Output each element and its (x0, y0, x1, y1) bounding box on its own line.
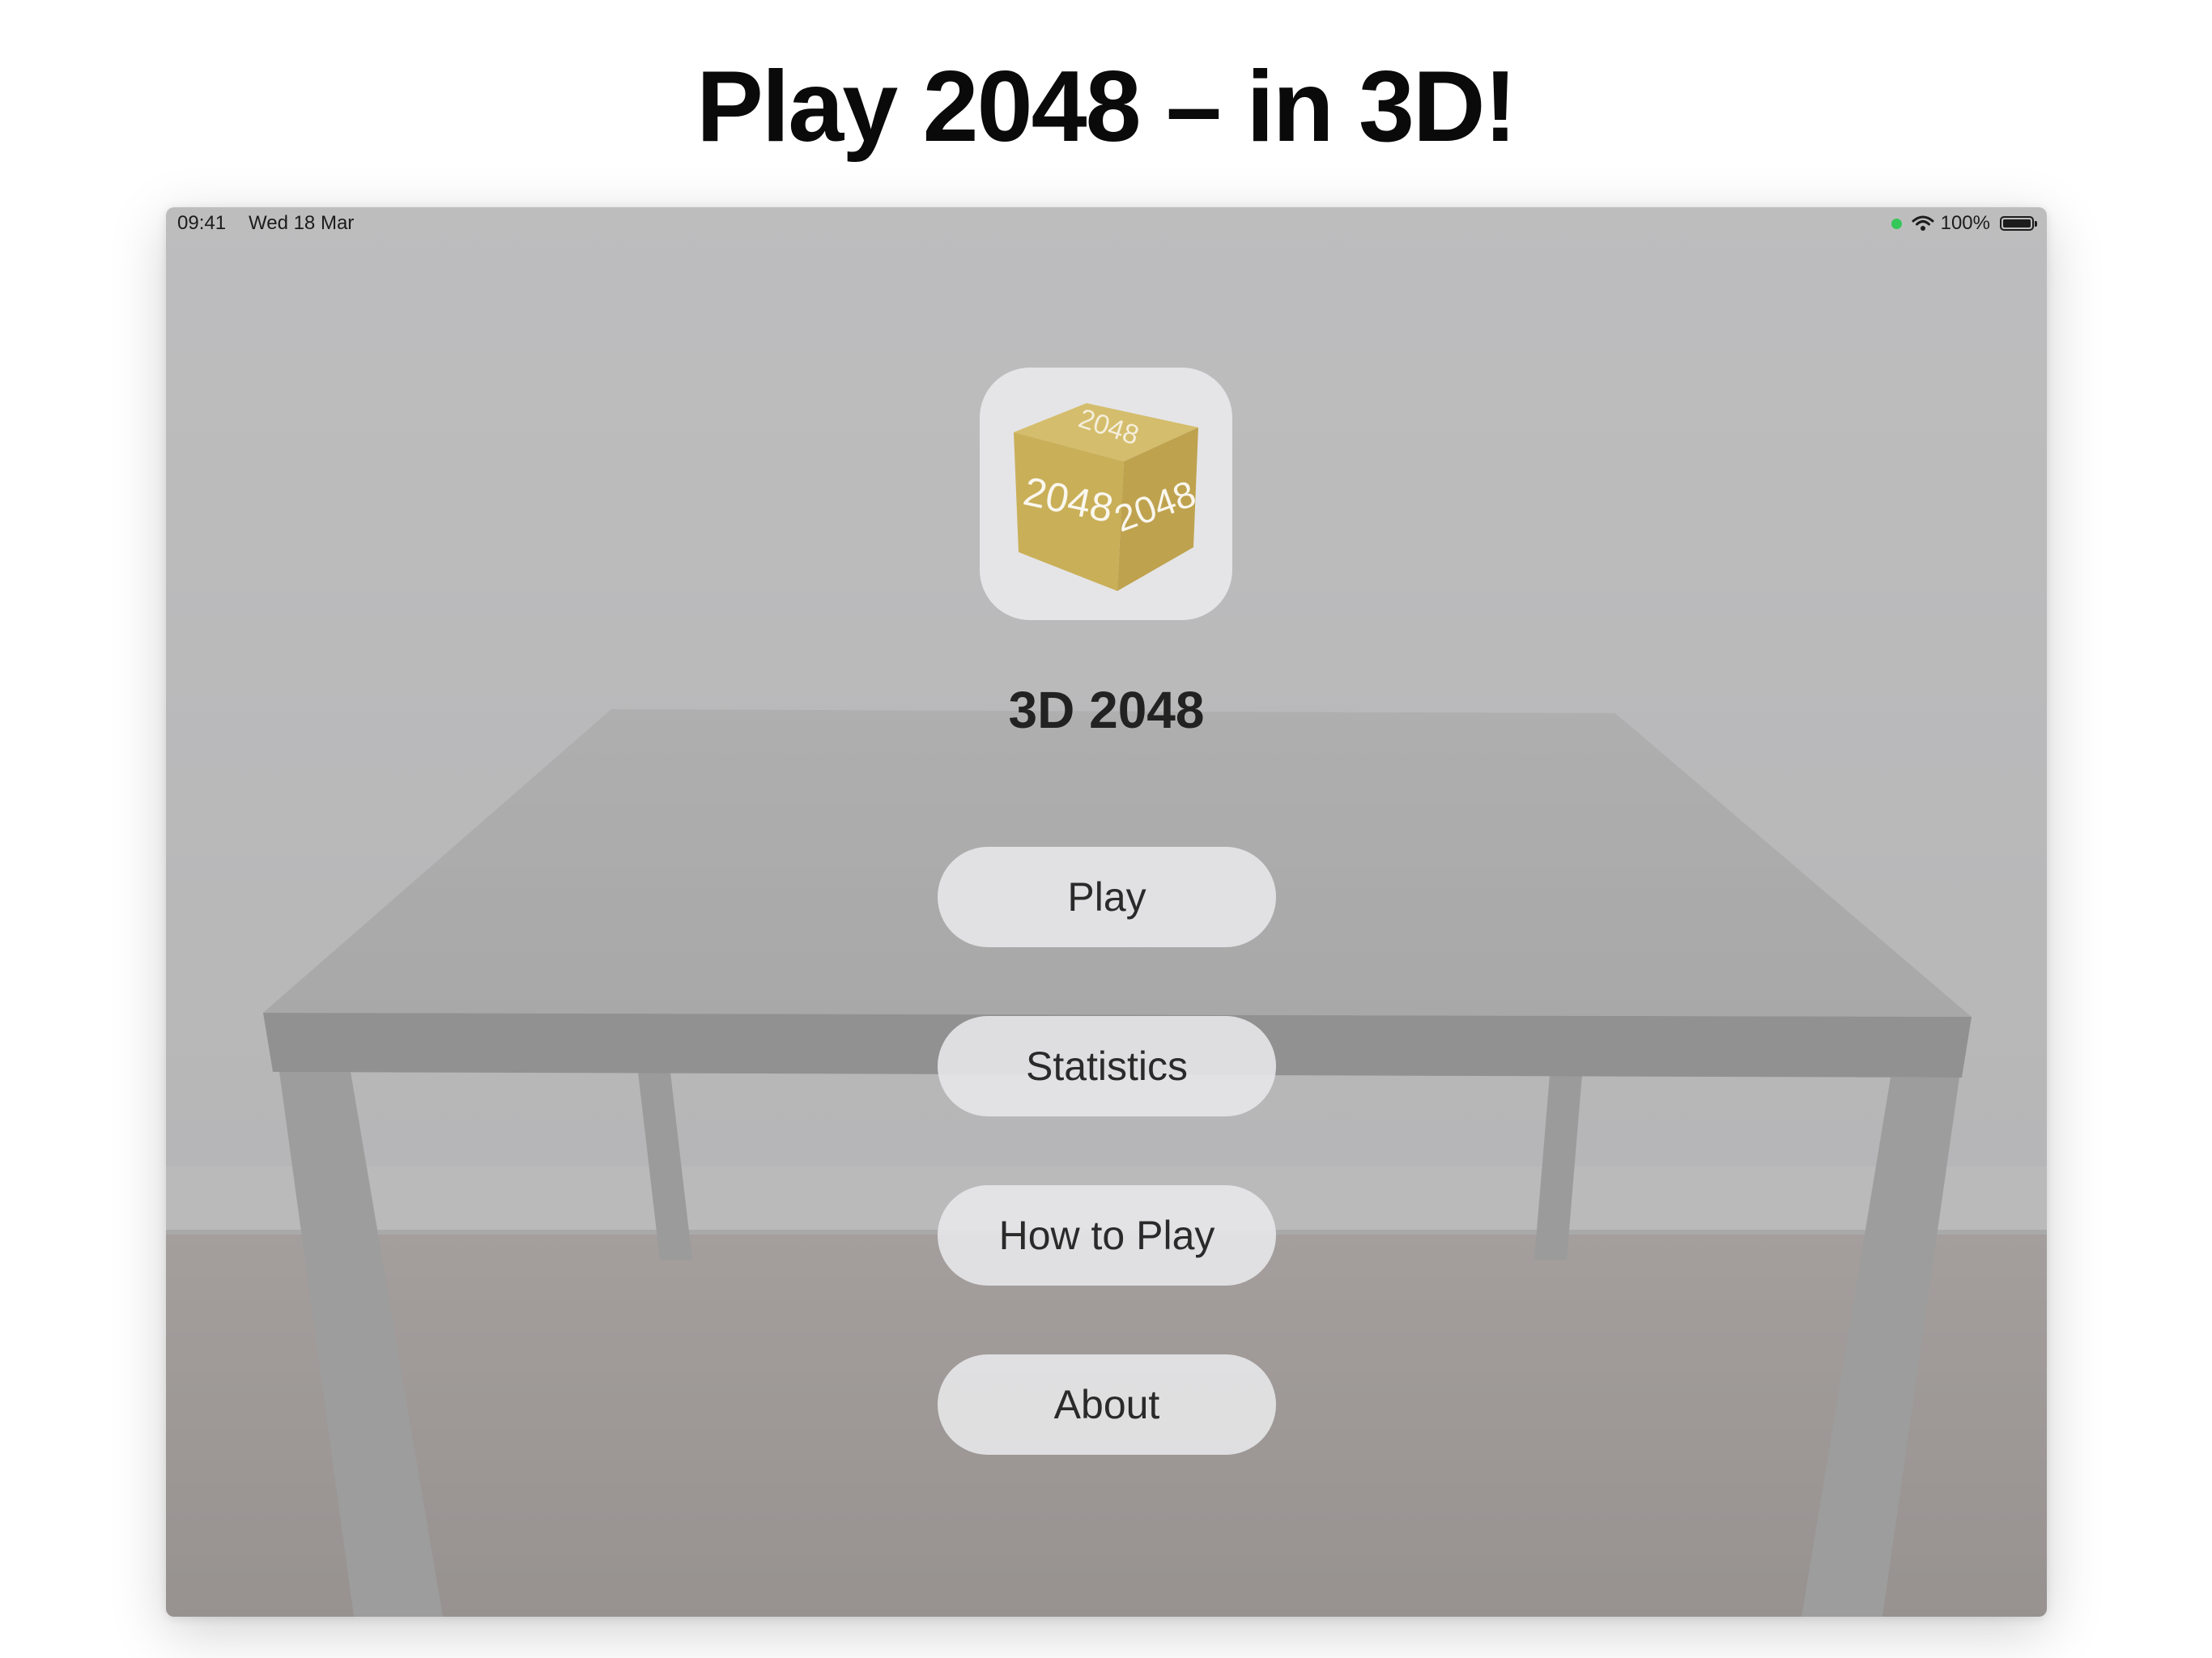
camera-in-use-dot (1891, 218, 1902, 229)
status-indicators: 100% (1891, 212, 2037, 235)
statistics-button[interactable]: Statistics (938, 1016, 1276, 1116)
promo-headline: Play 2048 – in 3D! (696, 51, 1517, 163)
status-bar: 09:41 Wed 18 Mar 100% (166, 207, 2047, 240)
play-button[interactable]: Play (938, 847, 1276, 947)
app-logo: 2048 2048 2048 (980, 368, 1232, 620)
promo-page: Play 2048 – in 3D! 09:41 Wed 18 Mar 100%… (0, 0, 2212, 1658)
about-button[interactable]: About (938, 1354, 1276, 1455)
wifi-icon (1912, 215, 1934, 232)
battery-icon (2000, 216, 2037, 231)
battery-percentage: 100% (1940, 212, 1990, 234)
how-to-play-button[interactable]: How to Play (938, 1185, 1276, 1286)
app-title: 3D 2048 (1008, 681, 1205, 739)
cube-2048-icon: 2048 2048 2048 (1014, 403, 1202, 591)
status-time: 09:41 (177, 212, 227, 234)
status-date: Wed 18 Mar (249, 212, 355, 234)
device-screen: 09:41 Wed 18 Mar 100% 2048 2048 2048 3D … (166, 207, 2047, 1617)
